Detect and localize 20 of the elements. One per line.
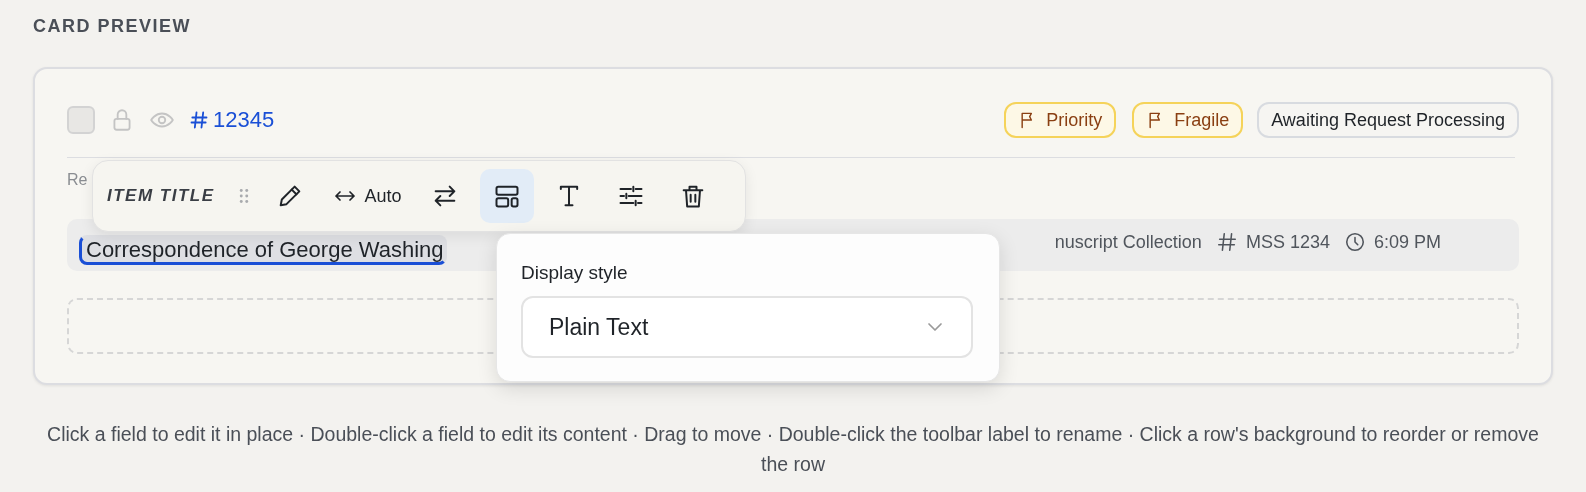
- collection-name: nuscript Collection: [1054, 231, 1202, 253]
- flag-tag: Priority: [1004, 102, 1117, 138]
- field-label: Display style: [521, 262, 629, 284]
- help-text: Click a field to edit it in place · Double-click a field to edit its content · Drag to move · Double-click the toolbar label to rename · Click a row's background to reorder or remove the row: [46, 422, 1540, 477]
- section-heading: CARD PREVIEW: [33, 15, 192, 38]
- hash-icon: [1215, 231, 1238, 253]
- layout-button[interactable]: [479, 169, 534, 223]
- row-label: Re: [67, 171, 88, 189]
- status-badge: Awaiting Request Processing: [1257, 102, 1519, 138]
- toolbar-label[interactable]: ITEM TITLE: [107, 186, 215, 206]
- display-style-dropdown[interactable]: Plain Text: [521, 296, 973, 358]
- flag-tag: Fragile: [1132, 102, 1244, 138]
- record-id: 12345: [213, 107, 275, 133]
- item-title[interactable]: Correspondence of George Washing: [79, 235, 447, 265]
- checkbox[interactable]: [67, 106, 95, 134]
- width-button[interactable]: Auto: [324, 169, 410, 223]
- time-text: 6:09 PM: [1373, 231, 1441, 253]
- clock-icon: [1343, 231, 1366, 253]
- call-number: MSS 1234: [1245, 231, 1330, 253]
- hash-icon: [189, 110, 209, 130]
